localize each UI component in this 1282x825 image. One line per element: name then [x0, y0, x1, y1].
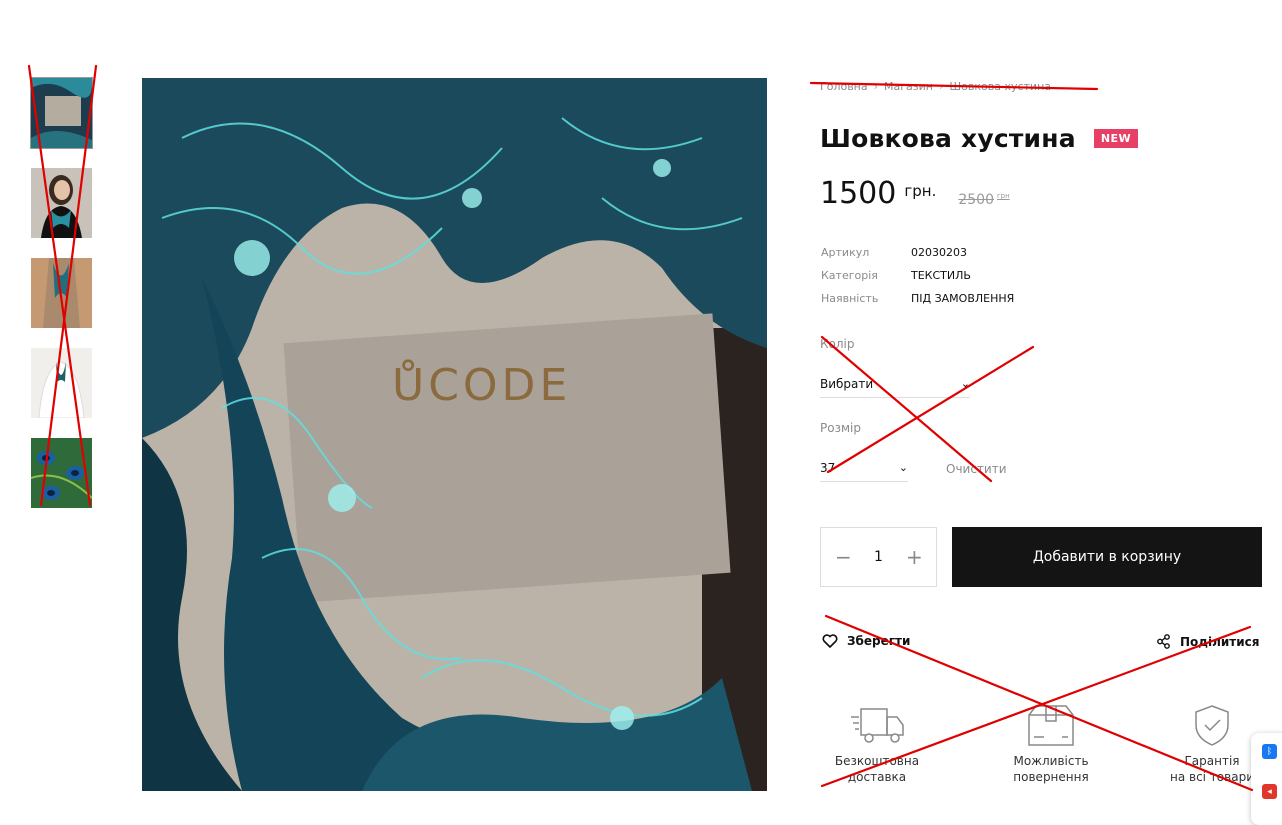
meta-row-availability: Наявність ПІД ЗАМОВЛЕННЯ [821, 287, 1014, 310]
qty-plus-button[interactable]: + [906, 547, 923, 567]
new-badge: NEW [1093, 129, 1139, 148]
color-select[interactable]: Вибрати ⌄ [820, 370, 970, 398]
thumbnail-5[interactable] [31, 438, 92, 508]
meta-row-sku: Артикул 02030203 [821, 241, 1014, 264]
thumbnail-peacock-image [31, 438, 92, 508]
qty-minus-button[interactable]: − [835, 547, 852, 567]
size-select[interactable]: 37 ⌄ [820, 454, 908, 482]
share-button[interactable]: Поділитися [1156, 634, 1259, 649]
size-label: Розмір [820, 421, 861, 435]
meta-row-category: Категорія ТЕКСТИЛЬ [821, 264, 1014, 287]
price-currency: грн. [904, 182, 937, 200]
scarf-photo: ŮCODE [142, 78, 767, 791]
save-button[interactable]: Зберегти [822, 634, 910, 648]
feature-delivery-line2: доставка [847, 770, 907, 784]
thumbnail-2[interactable] [31, 168, 92, 238]
color-label: Колір [820, 337, 855, 351]
chevron-down-icon: ⌄ [898, 461, 908, 474]
feature-return-line2: повернення [1013, 770, 1089, 784]
old-price: 2500 грн [958, 192, 1009, 208]
availability-label: Наявність [821, 292, 879, 305]
thumbnail-1[interactable] [30, 77, 93, 149]
sku-value: 02030203 [911, 246, 967, 259]
price-row: 1500 грн. 2500 грн [820, 176, 1010, 211]
share-label: Поділитися [1180, 634, 1260, 649]
thumbnail-woman-image [31, 168, 92, 238]
chevron-down-icon: ⌄ [960, 377, 970, 390]
main-product-image[interactable]: ŮCODE [142, 78, 767, 791]
speaker-icon[interactable]: ◂ [1262, 784, 1277, 799]
feature-guarantee-line1: Гарантія [1184, 754, 1240, 768]
breadcrumb-separator-icon: › [873, 80, 879, 93]
breadcrumb-shop[interactable]: Магазин [884, 80, 933, 93]
size-select-value: 37 [820, 460, 836, 475]
shield-check-icon [1195, 705, 1229, 746]
product-title: Шовкова хустина [820, 124, 1076, 153]
breadcrumb-home[interactable]: Головна [820, 80, 868, 93]
feature-guarantee: Гарантія на всі товари [1160, 703, 1264, 785]
breadcrumb-separator-icon: › [938, 80, 944, 93]
color-select-value: Вибрати [820, 376, 874, 391]
feature-guarantee-line2: на всі товари [1169, 770, 1254, 784]
thumbnail-3[interactable] [31, 258, 92, 328]
breadcrumb: Головна › Магазин › Шовкова хустина [820, 80, 1051, 93]
old-price-currency: грн [996, 192, 1010, 200]
thumbnail-coat-image [31, 258, 92, 328]
save-label: Зберегти [847, 634, 911, 648]
heart-icon [822, 634, 838, 648]
thumbnail-white-shirt-image [31, 348, 92, 418]
current-price: 1500 [820, 176, 897, 211]
thumbnail-4[interactable] [31, 348, 92, 418]
category-label: Категорія [821, 269, 878, 282]
feature-return: Можливість повернення [996, 703, 1106, 785]
feature-delivery-line1: Безкоштовна [834, 754, 920, 768]
clear-options-link[interactable]: Очистити [946, 462, 1007, 476]
sku-label: Артикул [821, 246, 870, 259]
bluetooth-icon[interactable]: ᛒ [1262, 744, 1277, 759]
svg-text:ŮCODE: ŮCODE [392, 358, 571, 411]
old-price-value: 2500 [958, 192, 994, 208]
title-row: Шовкова хустина NEW [820, 124, 1139, 153]
add-to-cart-button[interactable]: Добавити в корзину [952, 527, 1262, 587]
floating-widget: ᛒ ◂ [1251, 733, 1282, 825]
availability-value: ПІД ЗАМОВЛЕННЯ [911, 292, 1015, 305]
qty-value[interactable]: 1 [874, 549, 883, 565]
quantity-stepper: − 1 + [820, 527, 937, 587]
feature-return-line1: Можливість [1013, 754, 1089, 768]
category-value[interactable]: ТЕКСТИЛЬ [911, 269, 971, 282]
share-icon [1157, 634, 1170, 649]
thumbnail-scarf-box-image [31, 78, 92, 148]
truck-icon [851, 708, 904, 743]
box-icon [1028, 705, 1074, 746]
breadcrumb-current: Шовкова хустина [949, 80, 1052, 93]
product-meta: Артикул 02030203 Категорія ТЕКСТИЛЬ Наяв… [821, 241, 1014, 310]
feature-delivery: Безкоштовна доставка [822, 703, 932, 785]
